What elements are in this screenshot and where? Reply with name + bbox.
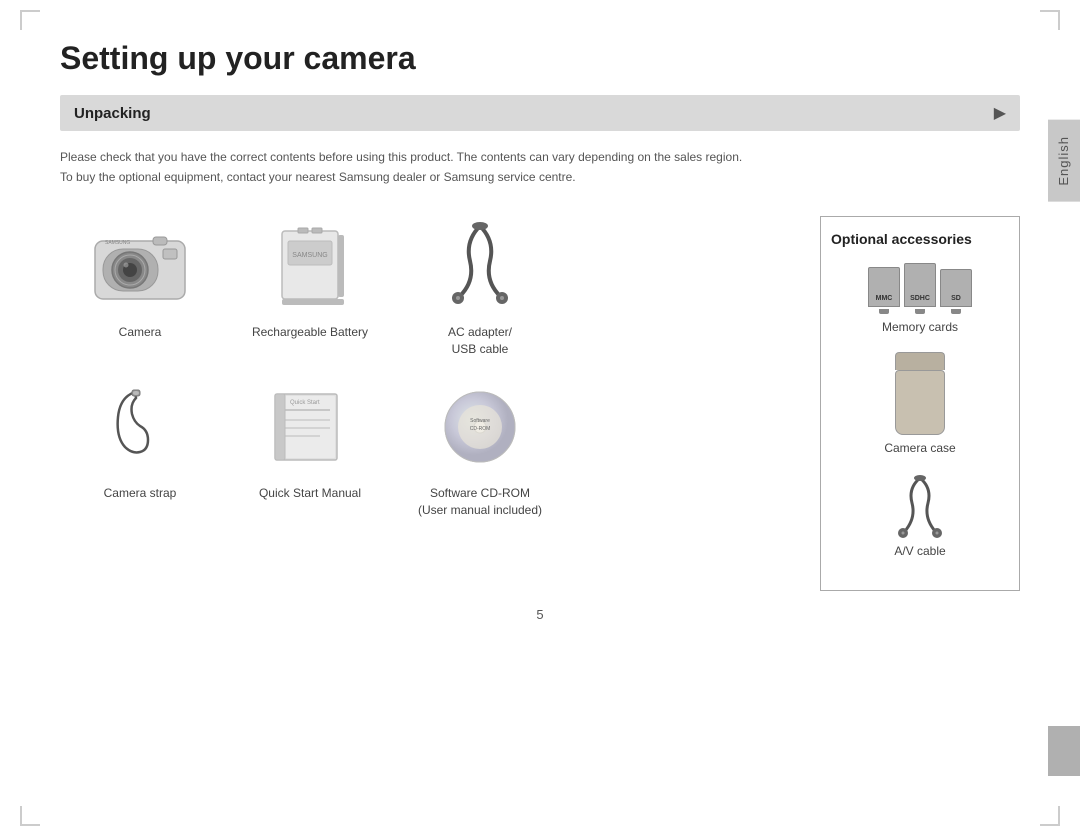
mmc-notch — [879, 309, 889, 314]
sd-notch — [951, 309, 961, 314]
camera-case-label: Camera case — [884, 441, 955, 455]
svg-text:CD-ROM: CD-ROM — [470, 426, 491, 432]
strap-image — [80, 377, 200, 477]
optional-av-cable: A/V cable — [831, 473, 1009, 558]
manual-image: Quick Start — [250, 377, 370, 477]
page-container: Setting up your camera Unpacking ▶ Pleas… — [60, 0, 1020, 662]
camera-case-flap — [895, 352, 945, 370]
section-header-arrow: ▶ — [994, 103, 1006, 123]
ac-adapter-image — [420, 216, 540, 316]
language-tab: English — [1048, 120, 1080, 202]
manual-label: Quick Start Manual — [259, 485, 361, 502]
description-text: Please check that you have the correct c… — [60, 147, 1020, 188]
cdrom-label: Software CD-ROM(User manual included) — [418, 485, 542, 519]
footer-bar — [1048, 726, 1080, 776]
page-title: Setting up your camera — [60, 40, 1020, 77]
battery-label: Rechargeable Battery — [252, 324, 368, 341]
page-number: 5 — [60, 607, 1020, 622]
sdhc-card: SDHC — [904, 263, 936, 314]
corner-mark-tr — [1040, 10, 1060, 30]
optional-camera-case: Camera case — [831, 352, 1009, 455]
cdrom-image: Software CD-ROM — [420, 377, 540, 477]
item-strap: Camera strap — [60, 377, 220, 519]
item-camera: SAMSUNG Camera — [60, 216, 220, 358]
camera-image: SAMSUNG — [80, 216, 200, 316]
item-cdrom: Software CD-ROM Software CD-ROM(User man… — [400, 377, 560, 519]
optional-memory-cards: MMC SDHC SD — [831, 263, 1009, 334]
sd-label: SD — [951, 295, 961, 302]
svg-text:Quick Start: Quick Start — [290, 400, 320, 406]
item-battery: SAMSUNG Rechargeable Battery — [230, 216, 390, 358]
av-cable-label: A/V cable — [894, 544, 945, 558]
mmc-card: MMC — [868, 267, 900, 314]
main-content: SAMSUNG Camera SAMSUNG — [60, 216, 1020, 591]
memory-cards-label: Memory cards — [882, 320, 958, 334]
ac-adapter-label: AC adapter/USB cable — [448, 324, 512, 358]
section-header-title: Unpacking — [74, 105, 151, 122]
strap-label: Camera strap — [104, 485, 177, 502]
sdhc-label: SDHC — [910, 295, 930, 302]
svg-text:SAMSUNG: SAMSUNG — [105, 240, 130, 246]
item-manual: Quick Start Quick Start Manual — [230, 377, 390, 519]
camera-case-body — [895, 370, 945, 435]
items-row-1: SAMSUNG Camera SAMSUNG — [60, 216, 800, 358]
section-header: Unpacking ▶ — [60, 95, 1020, 131]
sd-card: SD — [940, 269, 972, 314]
optional-accessories-box: Optional accessories MMC SDHC — [820, 216, 1020, 591]
items-grid: SAMSUNG Camera SAMSUNG — [60, 216, 800, 591]
items-row-2: Camera strap — [60, 377, 800, 519]
corner-mark-br — [1040, 806, 1060, 826]
optional-title: Optional accessories — [831, 231, 1009, 247]
corner-mark-tl — [20, 10, 40, 30]
sdhc-notch — [915, 309, 925, 314]
language-label: English — [1056, 136, 1071, 186]
camera-case-image — [895, 352, 945, 435]
av-cable-image — [890, 473, 950, 538]
memory-cards-row: MMC SDHC SD — [868, 263, 972, 314]
svg-text:Software: Software — [470, 418, 490, 424]
svg-text:SAMSUNG: SAMSUNG — [292, 252, 327, 259]
item-ac-adapter: AC adapter/USB cable — [400, 216, 560, 358]
camera-label: Camera — [119, 324, 162, 341]
corner-mark-bl — [20, 806, 40, 826]
mmc-label: MMC — [876, 295, 893, 302]
battery-image: SAMSUNG — [250, 216, 370, 316]
